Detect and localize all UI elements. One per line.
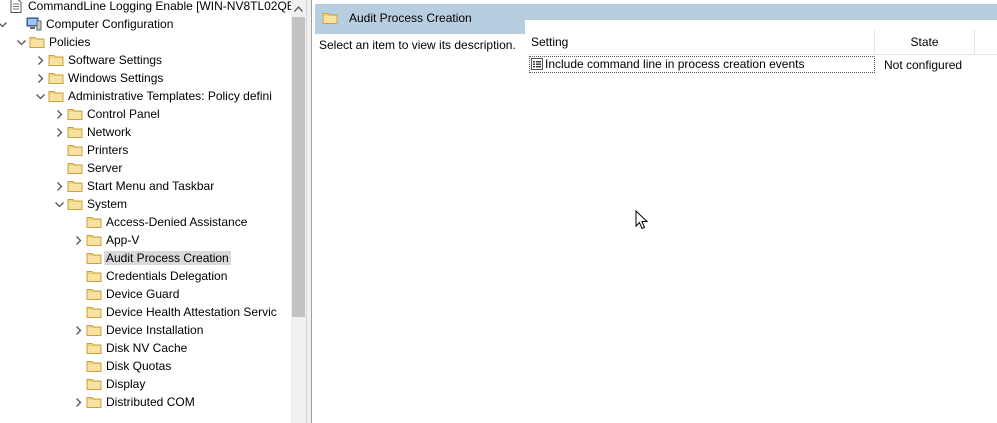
- tree-item[interactable]: Disk NV Cache: [0, 339, 291, 357]
- folder-icon: [86, 232, 102, 248]
- tree-item-label: Device Installation: [106, 323, 204, 337]
- tree-item[interactable]: App-V: [0, 231, 291, 249]
- tree-item-label: Disk NV Cache: [106, 341, 188, 355]
- folder-icon: [86, 286, 102, 302]
- folder-icon: [322, 13, 338, 24]
- folder-icon: [86, 304, 102, 320]
- chevron-right-icon[interactable]: [72, 321, 84, 339]
- folder-icon: [86, 394, 102, 410]
- folder-icon: [48, 70, 64, 86]
- settings-list: Setting State Include command line in pr…: [527, 30, 997, 423]
- policy-tree: CommandLine Logging Enable [WIN-NV8TL02Q…: [0, 0, 291, 423]
- folder-icon: [86, 340, 102, 356]
- tree-item[interactable]: Printers: [0, 141, 291, 159]
- folder-icon: [86, 358, 102, 374]
- description-text: Select an item to view its description.: [319, 38, 516, 52]
- tree-item[interactable]: CommandLine Logging Enable [WIN-NV8TL02Q…: [0, 0, 291, 15]
- details-pane: Audit Process Creation Select an item to…: [312, 0, 997, 423]
- folder-icon: [86, 268, 102, 284]
- tree-item-label: Display: [106, 377, 146, 391]
- folder-icon: [67, 196, 83, 212]
- tree-item[interactable]: Computer Configuration: [0, 15, 291, 33]
- tree-item-label: Access-Denied Assistance: [106, 215, 248, 229]
- tree-item-label: Windows Settings: [68, 71, 164, 85]
- policy-document-icon: [8, 0, 24, 14]
- tree-item[interactable]: Device Installation: [0, 321, 291, 339]
- mouse-pointer-icon: [635, 210, 649, 230]
- tree-item-label: Administrative Templates: Policy defini: [68, 89, 272, 103]
- chevron-right-icon[interactable]: [34, 51, 46, 69]
- scroll-up-arrow-icon[interactable]: [291, 0, 306, 17]
- scroll-thumb[interactable]: [292, 17, 305, 317]
- column-headers: Setting State: [527, 30, 997, 55]
- details-title: Audit Process Creation: [349, 11, 472, 25]
- folder-icon: [67, 160, 83, 176]
- tree-item-label: Computer Configuration: [46, 17, 174, 31]
- tree-item[interactable]: Device Health Attestation Servic: [0, 303, 291, 321]
- folder-icon: [86, 250, 102, 266]
- tree-item[interactable]: Display: [0, 375, 291, 393]
- tree-item-label: Control Panel: [87, 107, 160, 121]
- tree-item-label: Device Health Attestation Servic: [106, 305, 277, 319]
- chevron-right-icon[interactable]: [34, 69, 46, 87]
- folder-icon: [67, 178, 83, 194]
- computer-icon: [26, 16, 42, 32]
- chevron-down-icon[interactable]: [53, 195, 65, 213]
- tree-item-label: Start Menu and Taskbar: [87, 179, 215, 193]
- tree-item-label: Network: [87, 125, 132, 139]
- folder-icon: [48, 52, 64, 68]
- chevron-down-icon[interactable]: [34, 87, 46, 105]
- policy-setting-icon: [531, 58, 543, 70]
- chevron-right-icon[interactable]: [72, 231, 84, 249]
- tree-item[interactable]: Software Settings: [0, 51, 291, 69]
- tree-item[interactable]: Server: [0, 159, 291, 177]
- folder-icon: [67, 142, 83, 158]
- tree-item[interactable]: Control Panel: [0, 105, 291, 123]
- tree-item-label: Device Guard: [106, 287, 180, 301]
- setting-row[interactable]: Include command line in process creation…: [527, 56, 997, 74]
- folder-icon: [67, 106, 83, 122]
- tree-item[interactable]: Device Guard: [0, 285, 291, 303]
- tree-item-label: Credentials Delegation: [106, 269, 228, 283]
- chevron-down-icon[interactable]: [0, 15, 8, 33]
- tree-item-label: CommandLine Logging Enable [WIN-NV8TL02Q…: [28, 0, 291, 13]
- chevron-right-icon[interactable]: [53, 123, 65, 141]
- tree-item-label: System: [87, 197, 128, 211]
- tree-item[interactable]: Policies: [0, 33, 291, 51]
- tree-item-label: Distributed COM: [106, 395, 195, 409]
- folder-icon: [86, 214, 102, 230]
- tree-item-label: App-V: [106, 233, 140, 247]
- setting-name: Include command line in process creation…: [545, 57, 805, 71]
- tree-item[interactable]: Distributed COM: [0, 393, 291, 411]
- tree-item[interactable]: Windows Settings: [0, 69, 291, 87]
- tree-item[interactable]: Network: [0, 123, 291, 141]
- tree-item-label: Audit Process Creation: [104, 251, 231, 265]
- tree-item-label: Software Settings: [68, 53, 163, 67]
- navigation-tree-pane: CommandLine Logging Enable [WIN-NV8TL02Q…: [0, 0, 306, 423]
- tree-item[interactable]: Audit Process Creation: [0, 249, 291, 267]
- folder-icon: [86, 376, 102, 392]
- folder-icon: [29, 34, 45, 50]
- tree-item[interactable]: Administrative Templates: Policy defini: [0, 87, 291, 105]
- tree-item-label: Printers: [87, 143, 129, 157]
- tree-item-label: Server: [87, 161, 123, 175]
- tree-item[interactable]: Credentials Delegation: [0, 267, 291, 285]
- tree-scrollbar[interactable]: [291, 0, 306, 423]
- tree-item[interactable]: Start Menu and Taskbar: [0, 177, 291, 195]
- setting-state: Not configured: [884, 58, 963, 72]
- column-header-setting[interactable]: Setting: [527, 30, 875, 54]
- tree-item-label: Policies: [49, 35, 91, 49]
- tree-item[interactable]: Disk Quotas: [0, 357, 291, 375]
- chevron-right-icon[interactable]: [72, 393, 84, 411]
- chevron-down-icon[interactable]: [15, 33, 27, 51]
- tree-item-label: Disk Quotas: [106, 359, 172, 373]
- folder-icon: [48, 88, 64, 104]
- column-header-state[interactable]: State: [875, 30, 975, 54]
- tree-item[interactable]: System: [0, 195, 291, 213]
- chevron-right-icon[interactable]: [53, 105, 65, 123]
- folder-icon: [86, 322, 102, 338]
- tree-item[interactable]: Access-Denied Assistance: [0, 213, 291, 231]
- folder-icon: [67, 124, 83, 140]
- chevron-right-icon[interactable]: [53, 177, 65, 195]
